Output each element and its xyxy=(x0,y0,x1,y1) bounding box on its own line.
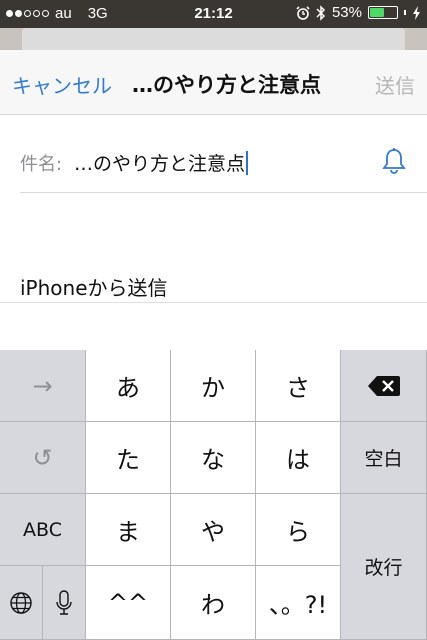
charging-icon xyxy=(413,5,420,20)
bell-icon[interactable] xyxy=(381,147,407,175)
key-ta[interactable]: た xyxy=(86,422,171,494)
japanese-keyboard: → あ か さ ↺ た な は 空白 ABC ま や ら 改行 ^^ わ 、。?… xyxy=(0,350,427,640)
undo-key[interactable]: ↺ xyxy=(0,422,86,494)
send-button[interactable]: 送信 xyxy=(375,70,415,99)
backspace-key[interactable] xyxy=(341,350,427,422)
key-na[interactable]: な xyxy=(171,422,256,494)
bluetooth-icon xyxy=(316,4,326,21)
key-punctuation[interactable]: 、。?! xyxy=(256,566,341,640)
compose-title: …のやり方と注意点 xyxy=(132,73,321,97)
globe-key[interactable] xyxy=(0,566,43,640)
key-sa[interactable]: さ xyxy=(256,350,341,422)
key-wa[interactable]: わ xyxy=(171,566,256,640)
key-ra[interactable]: ら xyxy=(256,494,341,566)
subject-text: …のやり方と注意点 xyxy=(74,153,246,175)
key-ya[interactable]: や xyxy=(171,494,256,566)
compose-nav-bar: キャンセル …のやり方と注意点 送信 xyxy=(0,50,427,115)
subject-input[interactable]: …のやり方と注意点 xyxy=(74,149,249,176)
status-bar: au 3G 21:12 53% xyxy=(0,0,427,28)
cancel-button[interactable]: キャンセル xyxy=(12,70,112,99)
body-divider xyxy=(0,302,427,303)
signature-text[interactable]: iPhoneから送信 xyxy=(20,272,168,301)
return-key[interactable]: 改行 xyxy=(341,494,427,640)
battery-icon xyxy=(368,6,398,19)
alarm-icon xyxy=(296,5,310,20)
arrow-key[interactable]: → xyxy=(0,350,86,422)
space-key[interactable]: 空白 xyxy=(341,422,427,494)
key-ka[interactable]: か xyxy=(171,350,256,422)
abc-key[interactable]: ABC xyxy=(0,494,86,566)
battery-tip xyxy=(404,10,406,15)
mic-key[interactable] xyxy=(43,566,86,640)
text-cursor xyxy=(246,151,249,175)
mic-icon xyxy=(56,589,72,615)
status-right: 53% xyxy=(296,4,421,21)
key-a[interactable]: あ xyxy=(86,350,171,422)
subject-label: 件名: xyxy=(20,154,63,175)
battery-percent: 53% xyxy=(331,4,362,21)
key-ma[interactable]: ま xyxy=(86,494,171,566)
key-ha[interactable]: は xyxy=(256,422,341,494)
backspace-icon xyxy=(367,375,400,396)
key-kaomoji[interactable]: ^^ xyxy=(86,566,171,640)
subject-field[interactable]: 件名: …のやり方と注意点 xyxy=(20,130,427,193)
globe-icon xyxy=(10,591,32,614)
background-sheet xyxy=(0,28,427,50)
